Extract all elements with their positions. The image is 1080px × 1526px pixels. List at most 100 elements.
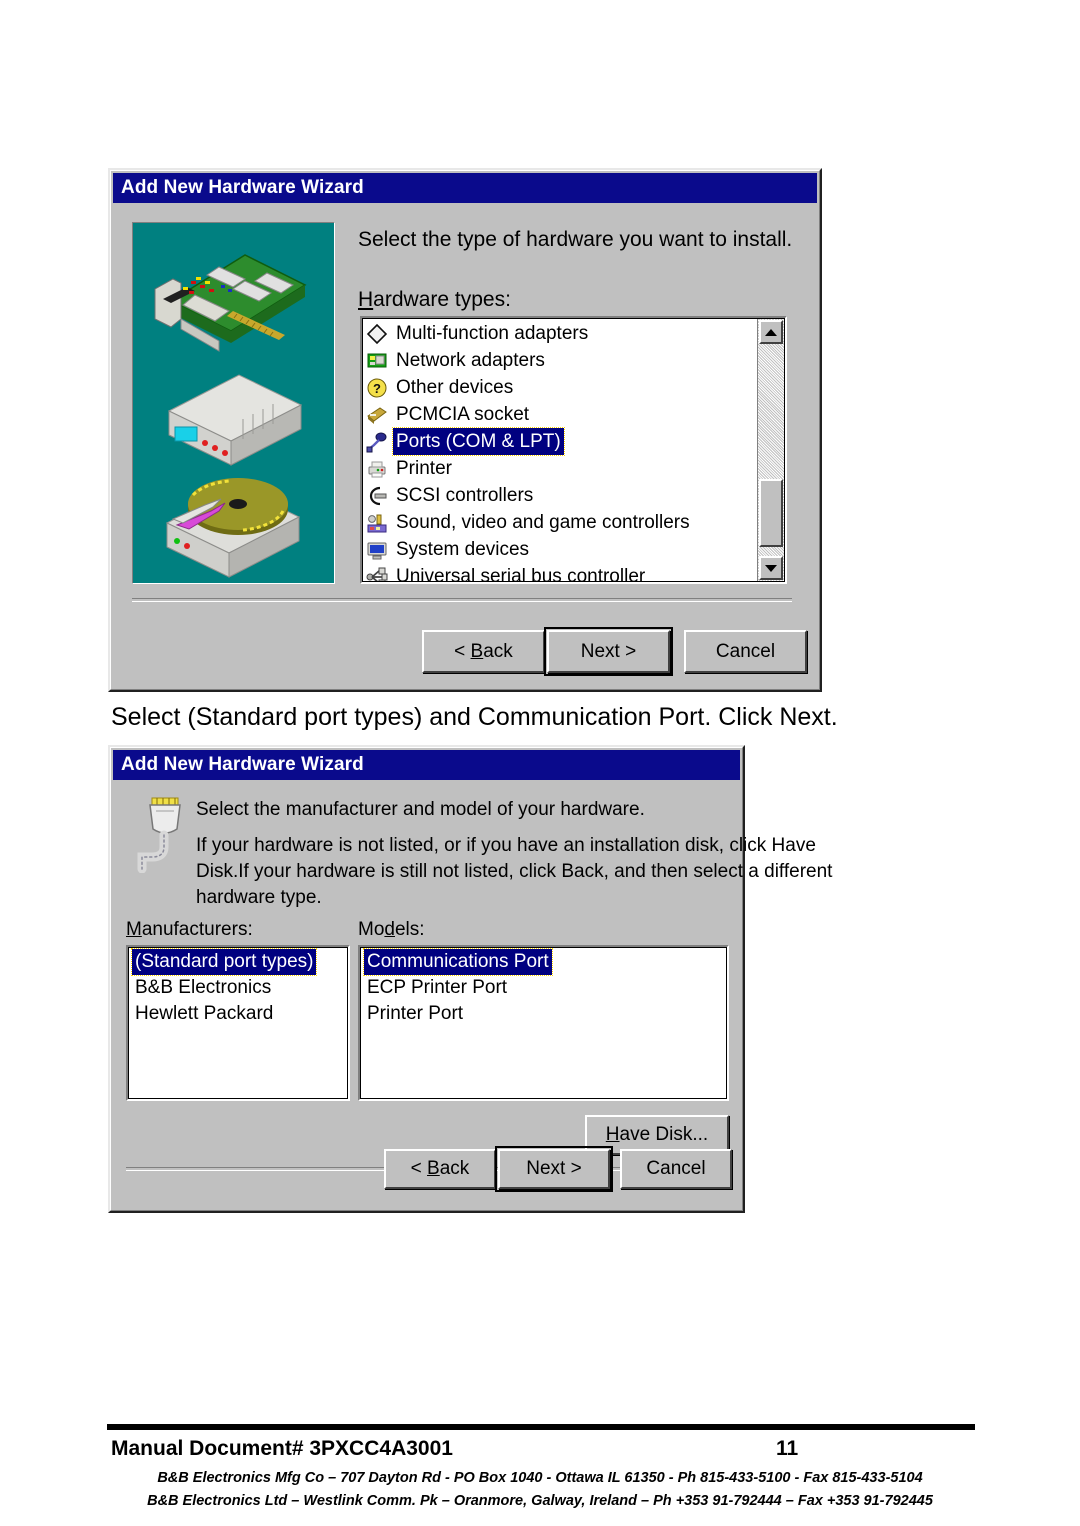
dialog-1-cancel-button[interactable]: Cancel <box>684 630 807 673</box>
printer-icon <box>366 458 388 480</box>
manufacturer-label: Hewlett Packard <box>135 1003 274 1024</box>
hardware-type-row[interactable]: PCMCIA socket <box>363 401 757 428</box>
manufacturer-label: (Standard port types) <box>130 948 318 976</box>
dialog-2-back-accel: B <box>427 1158 440 1179</box>
dialog-1-cancel-label: Cancel <box>715 640 776 662</box>
model-row[interactable]: ECP Printer Port <box>361 975 726 1001</box>
hardware-type-label: SCSI controllers <box>396 485 534 506</box>
network-card-icon <box>366 350 388 372</box>
hardware-types-label: Hardware types: <box>358 288 511 312</box>
diamond-adapter-icon <box>366 323 388 345</box>
model-row[interactable]: Communications Port <box>361 948 726 976</box>
hardware-devices-illustration <box>133 223 334 583</box>
question-mark-icon: ? <box>366 377 388 399</box>
hardware-type-label: System devices <box>396 539 530 560</box>
serial-port-icon <box>366 431 388 453</box>
footer-address-line-1: B&B Electronics Mfg Co – 707 Dayton Rd -… <box>157 1470 923 1486</box>
hardware-types-scrollbar[interactable] <box>757 319 784 581</box>
hardware-type-label: Network adapters <box>396 350 545 371</box>
have-disk-label: Have Disk... <box>606 1124 708 1146</box>
models-label-rest: els: <box>394 919 425 940</box>
dialog-1-back-button[interactable]: < Back <box>422 630 545 673</box>
hardware-illustration-panel <box>132 222 335 584</box>
model-label: Printer Port <box>367 1003 464 1024</box>
triangle-down-icon <box>765 564 777 572</box>
have-disk-rest: ave Disk... <box>619 1124 709 1145</box>
hardware-type-row[interactable]: Ports (COM & LPT) <box>363 427 757 456</box>
hardware-type-label: Other devices <box>396 377 514 398</box>
hardware-type-row[interactable]: System devices <box>363 536 757 563</box>
manufacturers-label-accel: M <box>126 919 142 940</box>
monitor-icon <box>366 539 388 561</box>
hardware-type-label: Printer <box>396 458 452 479</box>
hardware-type-row[interactable]: SCSI controllers <box>363 482 757 509</box>
pcmcia-card-icon <box>366 404 388 426</box>
have-disk-accel: H <box>605 1124 620 1145</box>
manufacturer-row[interactable]: (Standard port types) <box>129 948 347 976</box>
manufacturers-label-rest: anufacturers: <box>141 919 253 940</box>
dialog-2-next-label: Next > <box>526 1158 582 1179</box>
models-list[interactable]: Communications Port ECP Printer Port Print… <box>361 948 726 1027</box>
hardware-type-label: Ports (COM & LPT) <box>392 427 565 456</box>
back-accel: B <box>470 640 484 662</box>
dialog-2-inner-frame: Add New Hardware Wizard Select the manuf… <box>110 747 832 1211</box>
dialog-2-next-button[interactable]: Next > <box>495 1146 613 1192</box>
hardware-type-row[interactable]: Universal serial bus controller <box>363 563 757 582</box>
manufacturers-label: Manufacturers: <box>126 919 253 941</box>
dialog-2-back-button[interactable]: < Back <box>384 1149 496 1189</box>
dialog-2-prompt: Select the manufacturer and model of you… <box>196 799 645 820</box>
models-listbox[interactable]: Communications Port ECP Printer Port Print… <box>358 945 729 1101</box>
hardware-type-row[interactable]: ? Other devices <box>363 374 757 401</box>
dialog-2-body-line-1: If your hardware is not listed, or if yo… <box>196 835 816 856</box>
scrollbar-thumb[interactable] <box>759 479 783 547</box>
manufacturer-row[interactable]: B&B Electronics <box>129 975 347 1001</box>
dialog-1-next-button[interactable]: Next > <box>544 627 673 676</box>
dialog-2-back-label: < Back <box>410 1158 470 1179</box>
scroll-down-button[interactable] <box>759 556 783 580</box>
hardware-types-list[interactable]: Multi-function adapters Network adapters?… <box>363 320 757 582</box>
dialog-1-prompt: Select the type of hardware you want to … <box>358 228 793 251</box>
dialog-2-titlebar: Add New Hardware Wizard <box>113 750 740 780</box>
dialog-2-cancel-button[interactable]: Cancel <box>620 1149 732 1189</box>
add-new-hardware-wizard-dialog-1: Add New Hardware Wizard Select the type … <box>108 168 822 692</box>
footer-divider <box>107 1424 975 1430</box>
manufacturers-list[interactable]: (Standard port types) B&B Electronics Hewl… <box>129 948 347 1027</box>
model-label: Communications Port <box>363 948 553 976</box>
models-listbox-inner: Communications Port ECP Printer Port Print… <box>360 947 727 1099</box>
hardware-types-label-rest: ardware types: <box>373 288 511 311</box>
models-label-pre: Mo <box>358 919 385 940</box>
hardware-type-row[interactable]: Printer <box>363 455 757 482</box>
sound-video-icon <box>366 512 388 534</box>
manufacturers-listbox-inner: (Standard port types) B&B Electronics Hewl… <box>128 947 348 1099</box>
hardware-type-label: Multi-function adapters <box>396 323 589 344</box>
model-label: ECP Printer Port <box>367 977 508 998</box>
instruction-caption: Select (Standard port types) and Communi… <box>111 703 838 731</box>
manufacturer-row[interactable]: Hewlett Packard <box>129 1001 347 1027</box>
hardware-type-row[interactable]: Network adapters <box>363 347 757 374</box>
models-label: Models: <box>358 919 425 941</box>
dialog-2-cancel-label: Cancel <box>646 1158 706 1179</box>
footer-page-number: 11 <box>776 1437 799 1460</box>
hardware-types-listbox[interactable]: Multi-function adapters Network adapters?… <box>360 316 787 584</box>
dialog-1-next-label: Next > <box>580 640 637 662</box>
footer-document-number: Manual Document# 3PXCC4A3001 <box>111 1437 453 1460</box>
dialog-1-inner-frame: Add New Hardware Wizard Select the type … <box>110 170 820 690</box>
models-label-accel: d <box>384 919 395 940</box>
hardware-type-label: PCMCIA socket <box>396 404 530 425</box>
hardware-type-label: Sound, video and game controllers <box>396 512 690 533</box>
model-row[interactable]: Printer Port <box>361 1001 726 1027</box>
hardware-type-label: Universal serial bus controller <box>396 566 646 582</box>
scroll-up-button[interactable] <box>759 320 783 344</box>
dialog-1-separator <box>132 598 792 602</box>
dialog-1-titlebar: Add New Hardware Wizard <box>113 173 817 203</box>
svg-text:?: ? <box>373 381 381 396</box>
manufacturers-listbox[interactable]: (Standard port types) B&B Electronics Hewl… <box>126 945 350 1101</box>
hardware-types-listbox-inner: Multi-function adapters Network adapters?… <box>362 318 785 582</box>
hardware-type-row[interactable]: Sound, video and game controllers <box>363 509 757 536</box>
triangle-up-icon <box>765 328 777 336</box>
add-new-hardware-wizard-dialog-2: Add New Hardware Wizard Select the manuf… <box>108 745 832 1213</box>
hardware-type-row[interactable]: Multi-function adapters <box>363 320 757 347</box>
hardware-types-label-accel: H <box>358 288 374 311</box>
usb-icon <box>366 566 388 581</box>
footer-address-line-2: B&B Electronics Ltd – Westlink Comm. Pk … <box>147 1493 933 1509</box>
